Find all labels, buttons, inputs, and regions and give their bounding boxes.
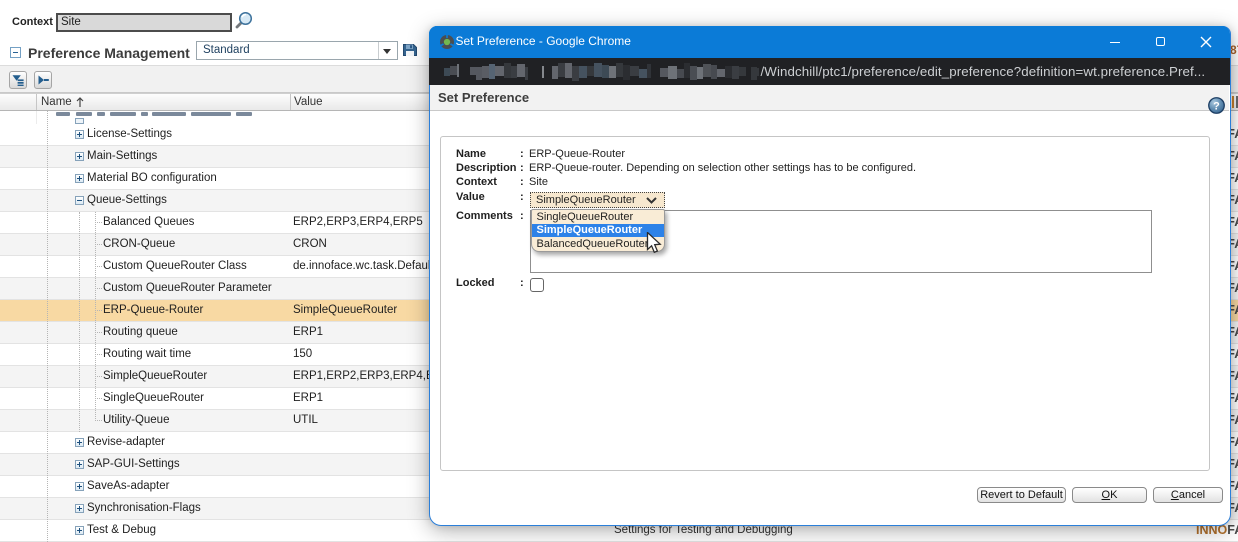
svg-text:?: ? <box>1213 100 1220 112</box>
